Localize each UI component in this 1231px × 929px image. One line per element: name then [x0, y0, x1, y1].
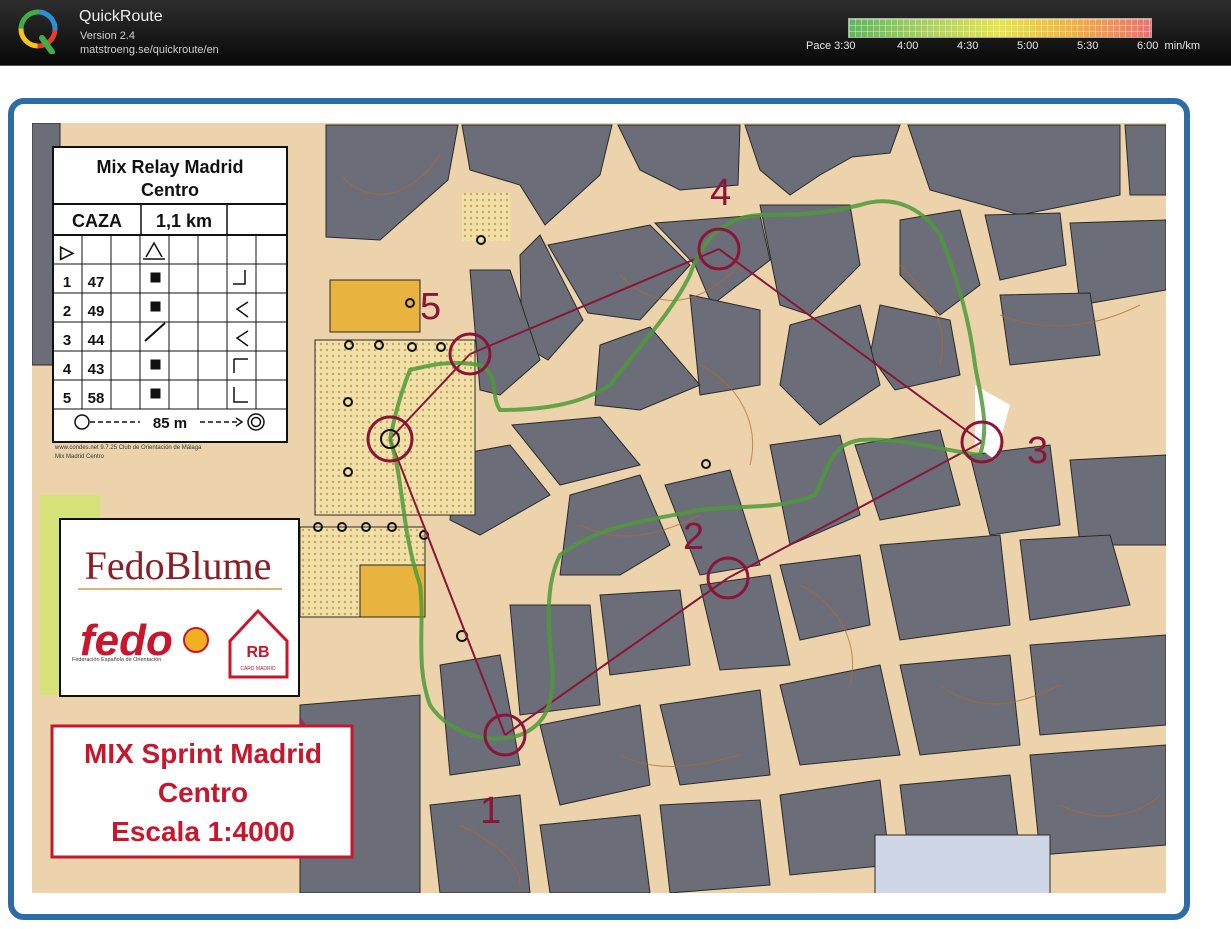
courtyard [874, 834, 1051, 893]
quickroute-logo-icon [18, 9, 58, 54]
row-1-num: 1 [63, 274, 71, 291]
sponsor-box: FedoBlume fedo Federación Española de Or… [59, 518, 300, 697]
pace-tick-0: 3:30 [834, 40, 856, 52]
building-icon-4 [150, 388, 161, 399]
fedo-subtitle: Federación Española de Orientación [72, 657, 161, 663]
plaza-dotted [314, 339, 476, 516]
pace-label: Pace 3:30 [806, 40, 856, 52]
finish-distance: 85 m [153, 415, 187, 432]
row-5-code: 58 [88, 390, 105, 407]
pace-tick-4: 5:30 [1077, 40, 1099, 52]
pace-color-scale [848, 18, 1152, 38]
control-label-4: 4 [710, 172, 731, 214]
rb-badge-subtitle: CARD MADRID [240, 666, 276, 672]
pace-unit: min/km [1164, 40, 1200, 52]
small-dotted-area [462, 193, 510, 241]
card-footer-line1: www.condes.net 9.7.25 Club de Orientació… [54, 445, 202, 451]
row-3-num: 3 [63, 332, 71, 349]
building-icon-2 [150, 301, 161, 312]
app-title: QuickRoute [79, 8, 163, 25]
event-title-line1: MIX Sprint Madrid [84, 738, 322, 769]
app-title-bar: QuickRoute Version 2.4 matstroeng.se/qui… [0, 0, 1231, 66]
event-scale: Escala 1:4000 [111, 816, 295, 847]
building-icon-3 [150, 359, 161, 370]
orienteering-map[interactable]: 1 2 3 4 5 Mix Relay Madrid Centro CAZA 1… [0, 65, 1231, 929]
card-title-line2: Centro [141, 180, 199, 200]
control-label-1: 1 [480, 790, 501, 832]
row-4-code: 43 [88, 361, 105, 378]
pace-scale-grid [849, 19, 1151, 37]
row-4-num: 4 [63, 361, 72, 378]
app-version: Version 2.4 [80, 30, 136, 42]
event-title-line2: Centro [158, 777, 248, 808]
card-footer-line2: Mix Madrid Centro [55, 454, 105, 460]
event-title-box: MIX Sprint Madrid Centro Escala 1:4000 [50, 724, 354, 859]
start-triangle-icon: ▷ [59, 242, 75, 262]
control-label-5: 5 [420, 286, 441, 328]
fedoblume-logo: FedoBlume [85, 543, 272, 588]
row-3-code: 44 [88, 332, 105, 349]
control-label-2: 2 [683, 516, 704, 558]
row-1-code: 47 [88, 274, 105, 291]
card-category: CAZA [72, 211, 122, 231]
app-url-link[interactable]: matstroeng.se/quickroute/en [80, 44, 219, 56]
row-5-num: 5 [63, 390, 71, 407]
fedo-compass-icon [183, 627, 209, 653]
row-2-num: 2 [63, 303, 71, 320]
pace-tick-5: 6:00 min/km [1137, 40, 1200, 52]
pace-tick-1: 4:00 [897, 40, 919, 52]
pace-tick-3: 5:00 [1017, 40, 1039, 52]
control-description-card: Mix Relay Madrid Centro CAZA 1,1 km ▷ 1 … [52, 146, 288, 460]
rb-badge-letters: RB [246, 644, 269, 661]
pace-tick-2: 4:30 [957, 40, 979, 52]
control-label-3: 3 [1027, 430, 1048, 472]
card-title-line1: Mix Relay Madrid [96, 157, 243, 177]
card-distance: 1,1 km [156, 211, 212, 231]
building-icon [150, 272, 161, 283]
row-2-code: 49 [88, 303, 105, 320]
